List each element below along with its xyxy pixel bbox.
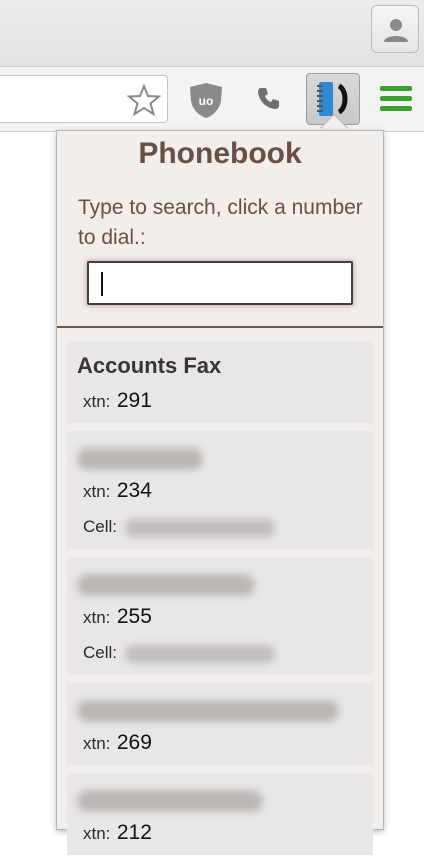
contact-name-redacted: [77, 691, 363, 725]
cell-label: Cell:: [83, 517, 118, 536]
phone-icon[interactable]: [256, 85, 282, 111]
contact-name: Accounts Fax: [77, 353, 222, 378]
extension-line[interactable]: xtn: 212: [77, 815, 363, 851]
star-icon[interactable]: [127, 84, 161, 116]
contact-list: Accounts Fax xtn: 291 xtn: 234 Cell: xtn…: [67, 341, 373, 863]
extension-line[interactable]: xtn: 291: [77, 383, 363, 419]
contact-card[interactable]: xtn: 212: [67, 773, 373, 855]
xtn-number[interactable]: 291: [117, 389, 152, 412]
xtn-number[interactable]: 255: [117, 605, 152, 628]
tab-strip: [0, 0, 424, 66]
extension-line[interactable]: xtn: 269: [77, 725, 363, 761]
browser-toolbar: uo: [0, 66, 424, 132]
xtn-number[interactable]: 212: [117, 821, 152, 844]
contact-card[interactable]: xtn: 255 Cell:: [67, 557, 373, 675]
xtn-label: xtn:: [83, 392, 111, 411]
menu-icon[interactable]: [380, 86, 412, 112]
address-bar[interactable]: [0, 75, 168, 123]
cell-label: Cell:: [83, 643, 118, 662]
search-input[interactable]: [87, 261, 353, 305]
svg-text:uo: uo: [199, 94, 214, 108]
popup-title: Phonebook: [138, 137, 302, 170]
phonebook-popup: Phonebook Type to search, click a number…: [56, 130, 384, 855]
cell-number-redacted[interactable]: [125, 644, 276, 663]
profile-icon: [384, 19, 408, 42]
cell-line[interactable]: Cell:: [77, 509, 363, 545]
search-instructions: Type to search, click a number to dial.:: [78, 196, 363, 249]
xtn-label: xtn:: [83, 482, 111, 501]
contact-name-redacted: [77, 781, 363, 815]
contact-name-redacted: [77, 439, 363, 473]
cell-number-redacted[interactable]: [125, 518, 276, 537]
xtn-label: xtn:: [83, 608, 111, 627]
xtn-label: xtn:: [83, 734, 111, 753]
contact-card[interactable]: Accounts Fax xtn: 291: [67, 341, 373, 423]
extension-line[interactable]: xtn: 234: [77, 473, 363, 509]
contact-card[interactable]: xtn: 234 Cell:: [67, 431, 373, 549]
xtn-number[interactable]: 269: [117, 731, 152, 754]
extension-line[interactable]: xtn: 255: [77, 599, 363, 635]
text-caret: [101, 272, 103, 296]
xtn-label: xtn:: [83, 824, 111, 843]
divider: [57, 326, 383, 328]
contact-card[interactable]: xtn: 269: [67, 683, 373, 765]
ublock-icon[interactable]: uo: [188, 81, 224, 119]
xtn-number[interactable]: 234: [117, 479, 152, 502]
profile-button[interactable]: [371, 5, 419, 53]
cell-line[interactable]: Cell:: [77, 635, 363, 671]
contact-name-redacted: [77, 565, 363, 599]
